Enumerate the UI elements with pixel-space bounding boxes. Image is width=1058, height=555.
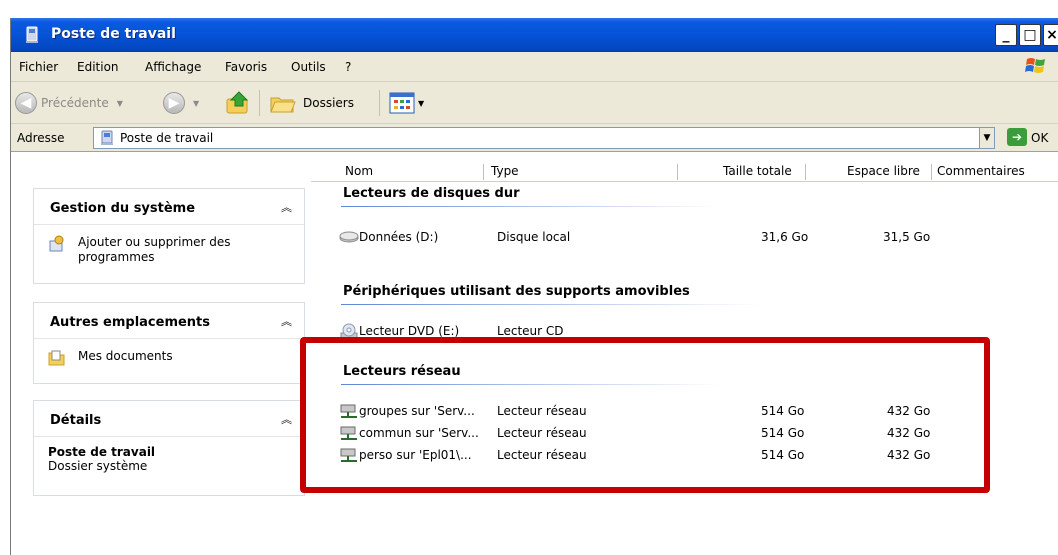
task-label: Mes documents (78, 349, 173, 363)
title-bar[interactable]: Poste de travail _ □ × (11, 18, 1058, 52)
folders-button[interactable]: Dossiers (269, 92, 354, 114)
highlight-box (300, 337, 990, 493)
item-free: 31,5 Go (883, 230, 931, 244)
forward-arrow-icon: ▶ (163, 92, 185, 114)
task-add-remove-programs[interactable]: Ajouter ou supprimer des programmes (48, 235, 290, 265)
my-documents-folder-icon (48, 350, 65, 366)
task-my-documents[interactable]: Mes documents (48, 349, 290, 369)
minimize-button[interactable]: _ (995, 24, 1017, 46)
column-header: Nom Type Taille totale Espace libre Comm… (311, 162, 1058, 182)
menu-favoris[interactable]: Favoris (225, 60, 267, 74)
collapse-chevron-icon[interactable]: ︽ (281, 199, 292, 215)
item-name: Données (D:) (359, 230, 439, 244)
chevron-down-icon[interactable]: ▼ (418, 99, 424, 108)
maximize-button[interactable]: □ (1019, 24, 1041, 46)
column-nom[interactable]: Nom (345, 164, 373, 182)
add-remove-programs-icon (49, 235, 64, 252)
hard-disk-icon (339, 231, 359, 243)
go-label[interactable]: OK (1031, 131, 1048, 145)
group-title: Périphériques utilisant des supports amo… (343, 284, 690, 299)
views-button[interactable]: ▼ (389, 92, 424, 114)
folder-up-icon[interactable] (225, 90, 251, 116)
menu-affichage[interactable]: Affichage (145, 60, 201, 74)
computer-icon (26, 26, 38, 43)
column-commentaires[interactable]: Commentaires (937, 164, 1025, 182)
address-value: Poste de travail (120, 131, 214, 145)
task-label: Ajouter ou supprimer des programmes (78, 235, 231, 264)
address-dropdown-button[interactable]: ▼ (979, 127, 995, 149)
column-taille-totale[interactable]: Taille totale (723, 164, 792, 182)
address-bar: Adresse Poste de travail ▼ ➔ OK (11, 124, 1058, 152)
item-total: 31,6 Go (761, 230, 809, 244)
details-name: Poste de travail (48, 445, 156, 459)
close-button[interactable]: × (1043, 24, 1058, 46)
menu-outils[interactable]: Outils (291, 60, 326, 74)
back-arrow-icon: ◀ (15, 92, 37, 114)
item-type: Lecteur CD (497, 324, 564, 338)
window-title: Poste de travail (51, 26, 176, 42)
collapse-chevron-icon[interactable]: ︽ (281, 313, 292, 329)
task-pane: Gestion du système ︽ Ajouter ou supprime… (11, 152, 311, 555)
toolbar: ◀ Précédente ▼ ▶ ▼ Dossiers ▼ (11, 82, 1058, 124)
menu-help[interactable]: ? (345, 60, 351, 74)
computer-icon (101, 130, 113, 145)
forward-button[interactable]: ▶ ▼ (163, 92, 199, 114)
menu-fichier[interactable]: Fichier (19, 60, 58, 74)
collapse-chevron-icon[interactable]: ︽ (281, 411, 292, 427)
item-type: Disque local (497, 230, 571, 244)
menu-edition[interactable]: Edition (77, 60, 119, 74)
panel-header[interactable]: Autres emplacements ︽ (34, 303, 304, 339)
list-item[interactable]: Données (D:) Disque local 31,6 Go 31,5 G… (339, 228, 1039, 248)
panel-title: Détails (50, 413, 102, 428)
chevron-down-icon[interactable]: ▼ (193, 99, 199, 108)
folders-icon (270, 97, 296, 113)
panel-header[interactable]: Détails ︽ (34, 401, 304, 437)
address-input[interactable]: Poste de travail (93, 127, 981, 149)
panel-details: Détails ︽ Poste de travail Dossier systè… (33, 400, 305, 496)
panel-other-places: Autres emplacements ︽ Mes documents (33, 302, 305, 384)
views-icon (389, 92, 415, 114)
panel-header[interactable]: Gestion du système ︽ (34, 189, 304, 225)
back-label: Précédente (41, 96, 109, 110)
group-title: Lecteurs de disques dur (343, 186, 520, 201)
windows-logo-icon (1025, 58, 1045, 73)
panel-title: Autres emplacements (50, 315, 211, 330)
column-type[interactable]: Type (491, 164, 519, 182)
chevron-down-icon[interactable]: ▼ (117, 99, 123, 108)
menu-bar: Fichier Edition Affichage Favoris Outils… (11, 52, 1058, 82)
address-label: Adresse (17, 131, 65, 145)
panel-title: Gestion du système (50, 201, 196, 216)
column-espace-libre[interactable]: Espace libre (847, 164, 920, 182)
details-subtitle: Dossier système (48, 459, 148, 473)
item-name: Lecteur DVD (E:) (359, 324, 460, 338)
panel-system-tasks: Gestion du système ︽ Ajouter ou supprime… (33, 188, 305, 284)
go-arrow-icon[interactable]: ➔ (1007, 128, 1027, 146)
folders-label: Dossiers (303, 96, 354, 110)
back-button[interactable]: ◀ Précédente ▼ (15, 92, 123, 114)
